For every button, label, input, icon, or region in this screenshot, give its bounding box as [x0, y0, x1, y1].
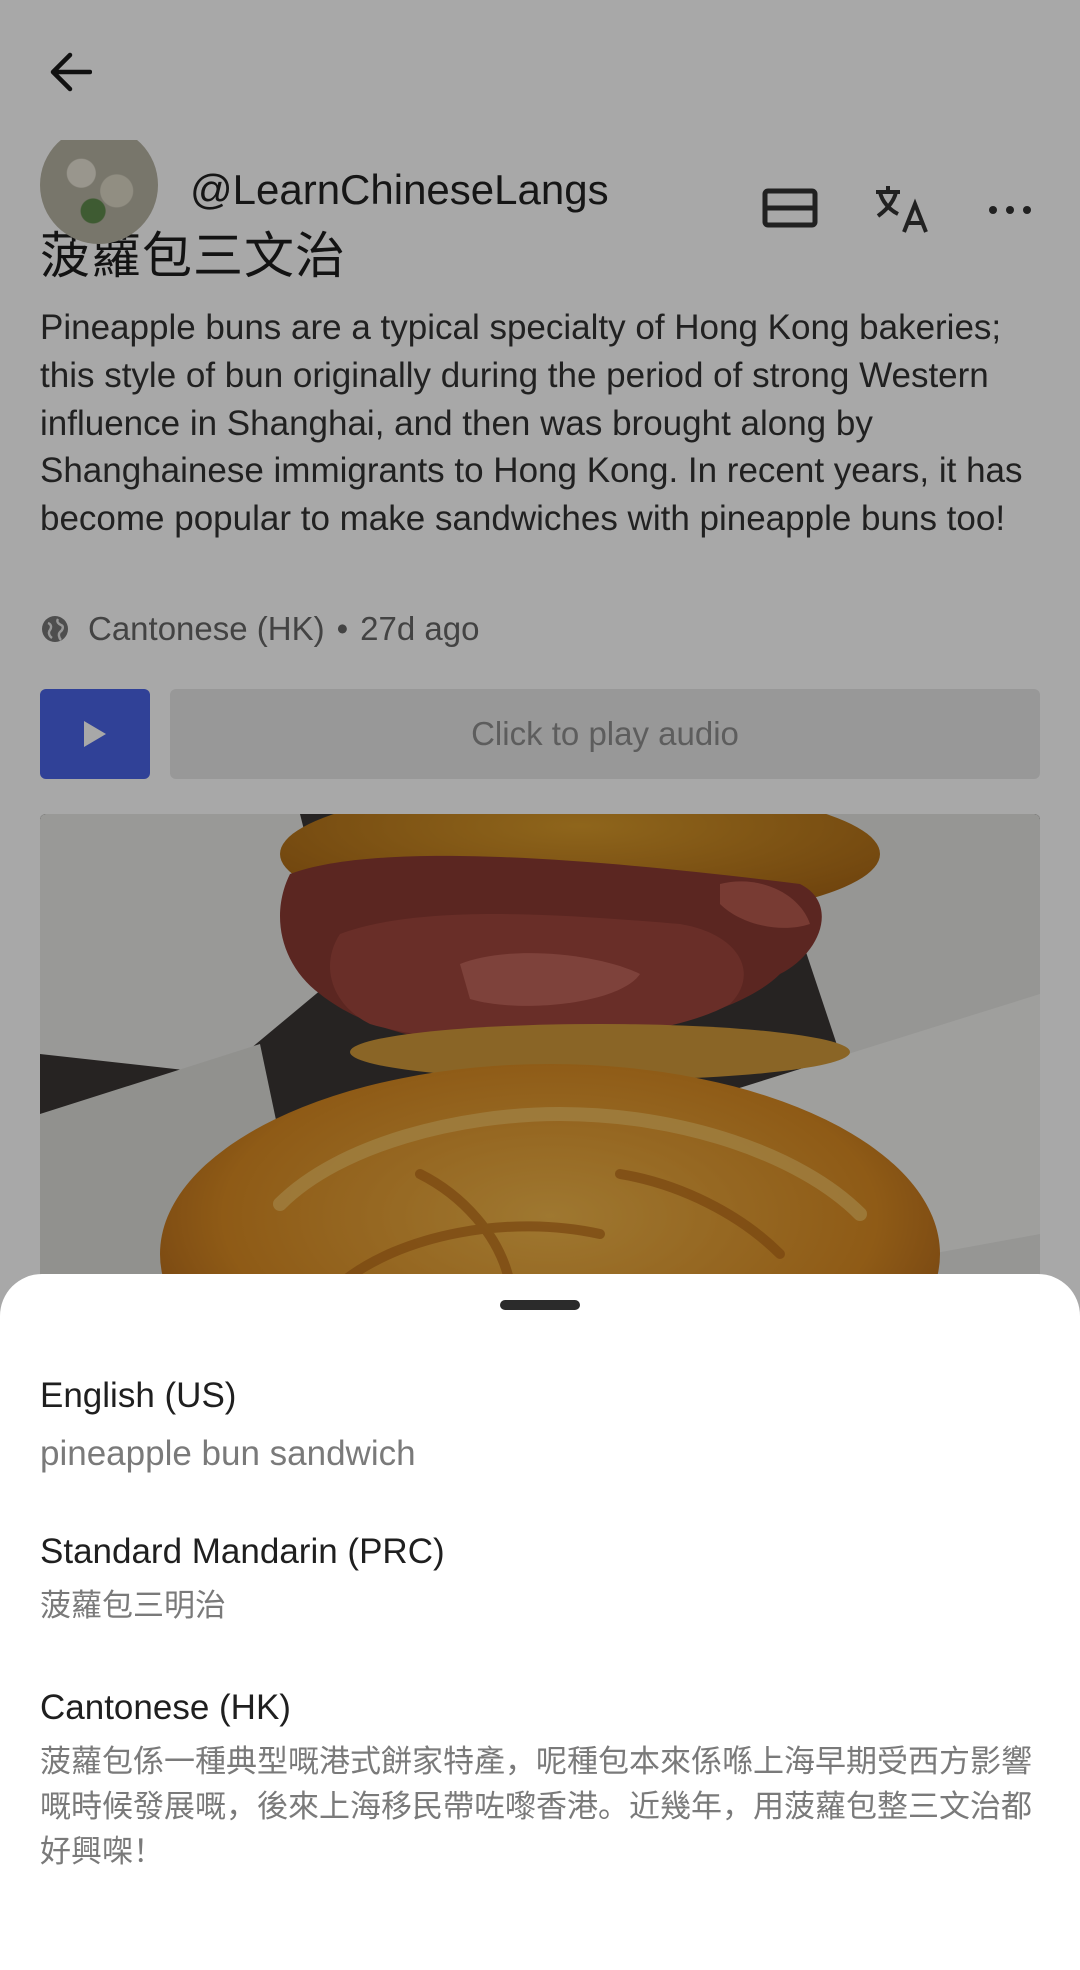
translation-text: 菠蘿包三明治 — [40, 1588, 226, 1624]
post-detail-screen: @LearnChineseLangs 菠蘿包三文治 Pineapple buns… — [0, 0, 1080, 1970]
translation-item-mandarin: Standard Mandarin (PRC) 菠蘿包三明治 — [40, 1530, 1040, 1629]
translation-language: Standard Mandarin (PRC) — [40, 1532, 445, 1571]
translation-language: English (US) — [40, 1376, 237, 1415]
translations-bottom-sheet: English (US) pineapple bun sandwich Stan… — [0, 1274, 1080, 1970]
translation-text: 菠蘿包係一種典型嘅港式餅家特產，呢種包本來係喺上海早期受西方影響嘅時候發展嘅，後… — [40, 1744, 1032, 1870]
translation-text: pineapple bun sandwich — [40, 1434, 416, 1473]
translation-item-english: English (US) pineapple bun sandwich — [40, 1374, 1040, 1476]
drag-handle[interactable] — [500, 1300, 580, 1310]
translation-item-cantonese: Cantonese (HK) 菠蘿包係一種典型嘅港式餅家特產，呢種包本來係喺上海… — [40, 1686, 1040, 1875]
translation-language: Cantonese (HK) — [40, 1688, 291, 1727]
